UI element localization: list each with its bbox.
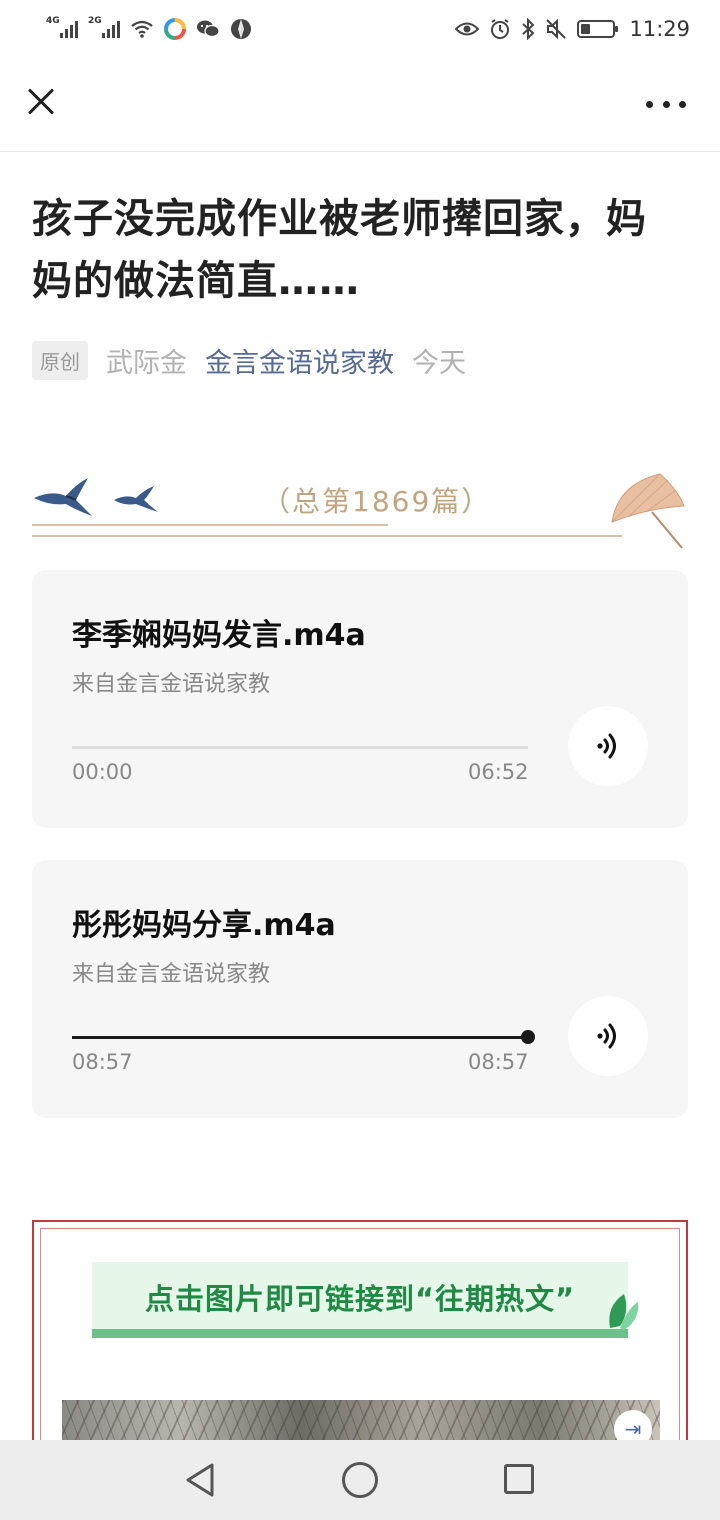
author-name: 武际金 — [106, 348, 187, 379]
leaf-icon — [609, 1294, 639, 1330]
article-title: 孩子没完成作业被老师撵回家，妈妈的做法简直…… — [32, 196, 647, 304]
app-colorful-icon — [164, 18, 186, 40]
mute-icon — [546, 18, 567, 40]
article-meta: 原创 武际金 金言金语说家教 今天 — [32, 341, 466, 380]
speaker-icon — [597, 1023, 616, 1049]
audio-card[interactable]: 李季娴妈妈发言.m4a 来自金言金语说家教 00:00 06:52 — [32, 570, 688, 828]
publish-date: 今天 — [412, 348, 466, 379]
battery-fill — [581, 24, 591, 34]
close-icon[interactable] — [22, 84, 58, 120]
audio-play-button[interactable] — [568, 996, 648, 1076]
recent-apps-icon[interactable] — [504, 1464, 534, 1494]
top-nav — [0, 58, 720, 152]
bluetooth-icon — [522, 18, 535, 40]
article-count: （总第1869篇） — [262, 485, 492, 518]
swallow-icon — [34, 478, 92, 516]
audio-progress-fill — [72, 1036, 528, 1039]
decor-banner: （总第1869篇） — [32, 468, 688, 550]
hot-articles-label: 点击图片即可链接到“往期热文” — [144, 1282, 576, 1316]
audio-total-time: 06:52 — [468, 760, 529, 784]
network-label-1: 4G — [46, 16, 60, 26]
original-badge: 原创 — [32, 341, 88, 380]
status-right: 11:29 — [455, 17, 690, 41]
audio-current-time: 08:57 — [72, 1050, 133, 1074]
signal-icon-2: 2G — [88, 16, 120, 38]
app-aperture-icon — [231, 19, 251, 39]
system-nav-bar — [0, 1440, 720, 1520]
audio-progress[interactable] — [72, 1030, 535, 1044]
audio-source: 来自金言金语说家教 — [72, 672, 271, 697]
audio-progress-handle[interactable] — [521, 1030, 535, 1044]
eye-icon — [455, 22, 480, 36]
audio-progress[interactable] — [72, 746, 528, 749]
audio-current-time: 00:00 — [72, 760, 133, 784]
banner-underline — [92, 1329, 628, 1338]
alarm-icon — [491, 19, 510, 39]
speaker-icon — [597, 733, 616, 759]
audio-title: 彤彤妈妈分享.m4a — [72, 908, 336, 943]
signal-icon: 4G — [46, 16, 78, 38]
wifi-icon — [131, 20, 153, 38]
audio-total-time: 08:57 — [468, 1050, 529, 1074]
battery-icon — [577, 20, 619, 38]
decor-line-top — [32, 524, 388, 526]
account-link[interactable]: 金言金语说家教 — [205, 341, 394, 380]
network-label-2: 2G — [88, 16, 102, 26]
status-bar: 4G 2G 11:29 — [0, 0, 720, 58]
hot-articles-banner[interactable]: 点击图片即可链接到“往期热文” — [92, 1262, 639, 1338]
audio-source: 来自金言金语说家教 — [72, 962, 271, 987]
decor-line-bottom — [32, 535, 622, 537]
audio-play-button[interactable] — [568, 706, 648, 786]
home-icon[interactable] — [342, 1462, 378, 1498]
clock: 11:29 — [629, 17, 690, 41]
swallow-icon-small — [114, 486, 158, 512]
wechat-icon — [197, 20, 220, 38]
more-icon[interactable] — [646, 98, 686, 110]
status-left: 4G 2G — [46, 16, 252, 40]
audio-title: 李季娴妈妈发言.m4a — [72, 618, 366, 653]
back-icon[interactable] — [184, 1462, 216, 1498]
audio-card[interactable]: 彤彤妈妈分享.m4a 来自金言金语说家教 08:57 08:57 — [32, 860, 688, 1118]
umbrella-icon — [611, 473, 685, 549]
